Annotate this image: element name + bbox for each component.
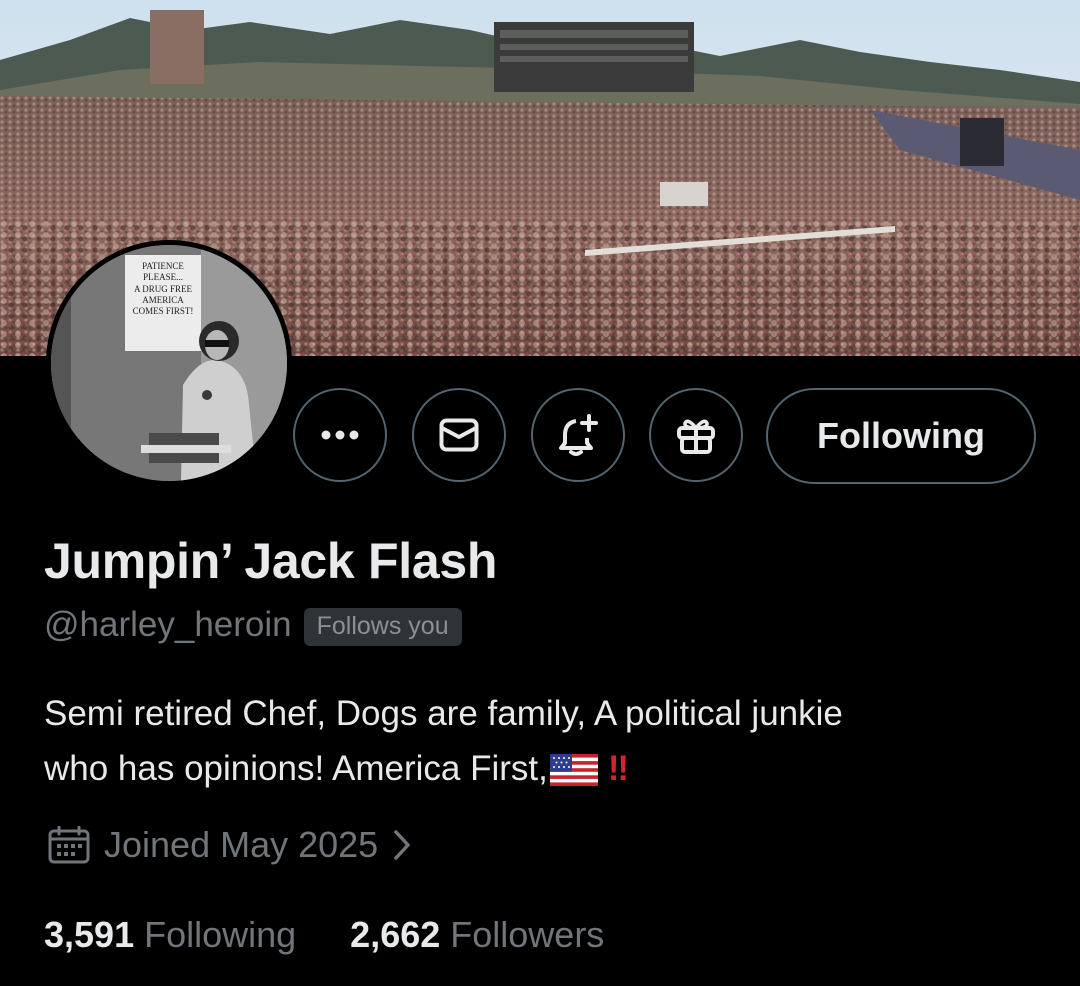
user-handle: @harley_heroin <box>44 605 292 644</box>
followers-label: Followers <box>450 914 605 955</box>
bio-line-2-text: who has opinions! America First, <box>44 749 548 788</box>
us-flag-icon <box>549 754 598 786</box>
following-button[interactable]: Following <box>766 388 1036 484</box>
display-name: Jumpin’ Jack Flash <box>44 533 498 589</box>
sign-line-5: COMES FIRST! <box>133 306 194 316</box>
bio-line-1: Semi retired Chef, Dogs are family, A po… <box>44 694 843 733</box>
bell-plus-icon <box>559 414 598 456</box>
sign-line-3: A DRUG FREE <box>134 284 193 294</box>
following-stat[interactable]: 3,591 Following <box>44 914 296 956</box>
message-button[interactable] <box>412 388 506 482</box>
following-count: 3,591 <box>44 914 135 955</box>
gift-icon <box>677 419 715 454</box>
profile-bio: Semi retired Chef, Dogs are family, A po… <box>44 686 1034 796</box>
followers-count: 2,662 <box>350 914 441 955</box>
chevron-right-icon <box>394 830 410 860</box>
follows-you-badge: Follows you <box>303 608 462 646</box>
double-exclamation-emoji: ‼ <box>607 749 629 788</box>
profile-avatar[interactable]: PATIENCE PLEASE... A DRUG FREE AMERICA C… <box>46 240 292 486</box>
handle-row: @harley_heroin Follows you <box>44 604 462 646</box>
envelope-icon <box>439 418 479 452</box>
notify-button[interactable] <box>531 388 625 482</box>
joined-date: Joined May 2025 <box>104 824 379 865</box>
bio-line-2: who has opinions! America First, ‼ <box>44 741 1034 796</box>
followers-stat[interactable]: 2,662 Followers <box>350 914 604 956</box>
calendar-icon <box>48 826 90 864</box>
sign-line-4: AMERICA <box>142 295 184 305</box>
more-button[interactable] <box>293 388 387 482</box>
sign-line-1: PATIENCE <box>142 261 184 271</box>
avatar-photo: PATIENCE PLEASE... A DRUG FREE AMERICA C… <box>51 245 287 481</box>
more-horizontal-icon <box>321 430 359 440</box>
joined-date-row[interactable]: Joined May 2025 <box>48 824 412 866</box>
follow-stats: 3,591 Following 2,662 Followers <box>44 914 604 956</box>
gift-button[interactable] <box>649 388 743 482</box>
following-label: Following <box>144 914 297 955</box>
sign-line-2: PLEASE... <box>143 272 183 282</box>
